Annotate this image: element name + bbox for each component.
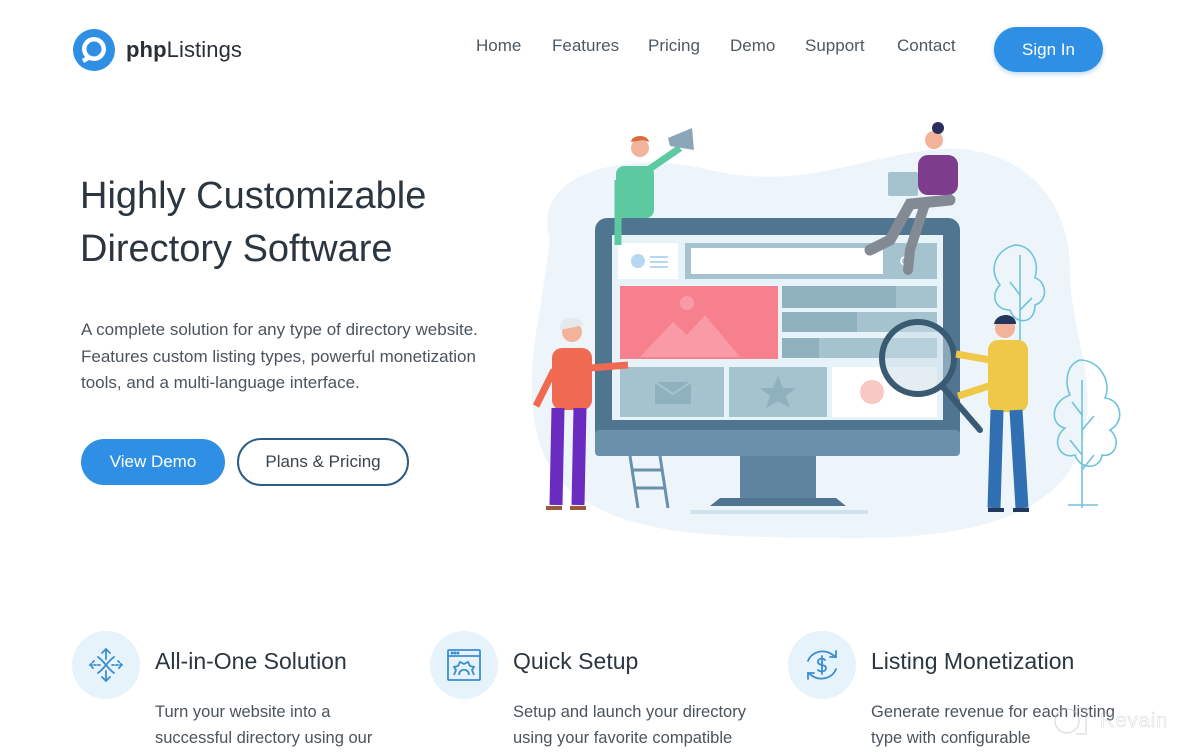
- monitor-stand: [740, 456, 816, 498]
- feature-title: Quick Setup: [513, 648, 639, 674]
- revain-watermark: Revain: [1052, 704, 1168, 738]
- logo-text: phpListings: [126, 37, 243, 62]
- feature-title: All-in-One Solution: [155, 648, 347, 674]
- logo[interactable]: phpListings: [72, 28, 242, 72]
- view-demo-button[interactable]: View Demo: [81, 439, 225, 485]
- hero-description: A complete solution for any type of dire…: [81, 320, 478, 392]
- monitor-chin: [595, 430, 960, 456]
- feature-description: Turn your website into a successful dire…: [155, 703, 373, 747]
- nav-support[interactable]: Support: [805, 36, 897, 56]
- hero-title-line1: Highly Customizable: [80, 175, 427, 217]
- feature-title: Listing Monetization: [871, 648, 1075, 674]
- nav-features[interactable]: Features: [552, 36, 648, 56]
- hero-illustration: [531, 122, 1121, 539]
- main-nav: Home Features Pricing Demo Support Conta…: [476, 36, 977, 56]
- nav-contact[interactable]: Contact: [897, 36, 977, 56]
- hero-title: Highly Customizable Directory Software: [80, 170, 520, 276]
- nav-pricing[interactable]: Pricing: [648, 36, 730, 56]
- site-header: phpListings Home Features Pricing Demo S…: [0, 0, 1190, 100]
- watermark-text: Revain: [1100, 709, 1169, 732]
- dollar-cycle-icon: [788, 631, 856, 699]
- nav-home[interactable]: Home: [476, 36, 552, 56]
- hero-title-line2: Directory Software: [80, 228, 393, 270]
- monitor-base: [710, 498, 846, 506]
- magnifier-lens: [879, 319, 957, 397]
- arrows-expand-icon: [72, 631, 140, 699]
- search-ring-icon: [73, 29, 115, 71]
- feature-description: Setup and launch your directory using yo…: [513, 703, 746, 747]
- revain-logo-icon: [1054, 707, 1087, 735]
- plans-pricing-button[interactable]: Plans & Pricing: [237, 438, 409, 486]
- browser-gear-icon: [430, 631, 498, 699]
- sign-in-button[interactable]: Sign In: [994, 27, 1103, 72]
- nav-demo[interactable]: Demo: [730, 36, 805, 56]
